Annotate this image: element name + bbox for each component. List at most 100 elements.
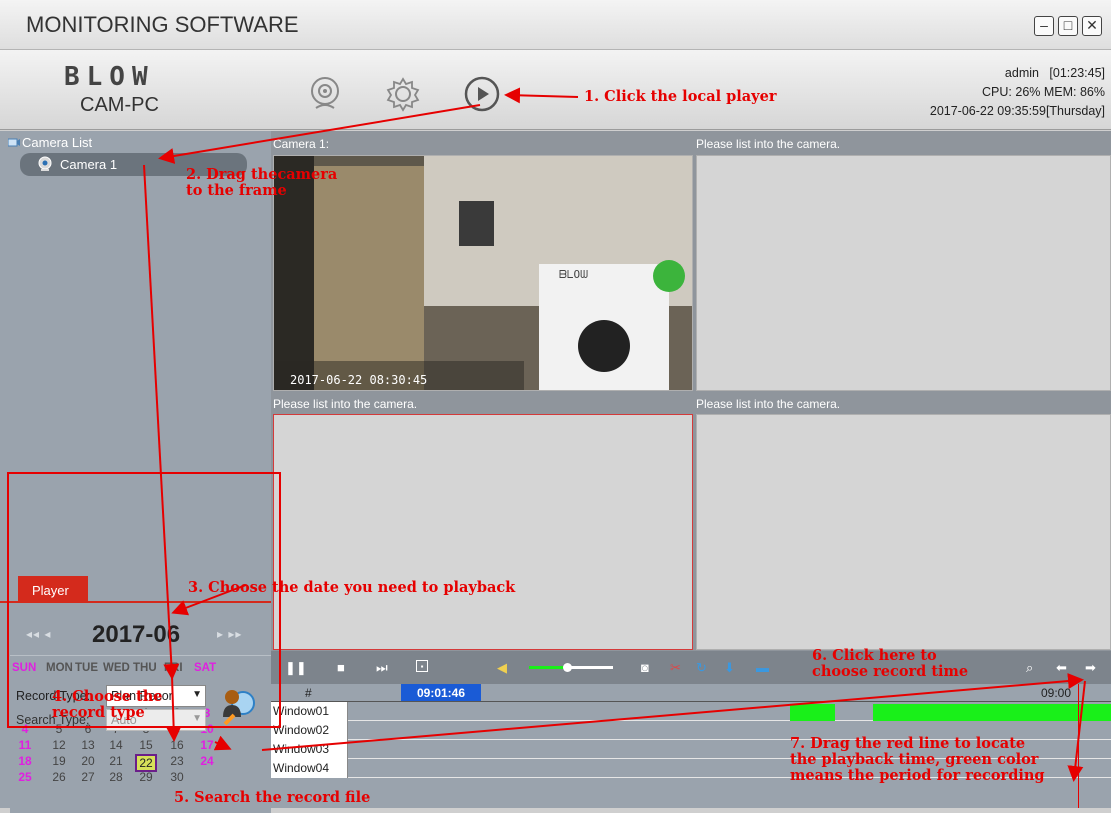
video-pane-2[interactable]: [696, 155, 1111, 391]
annotation-4: 4. Choose the record type: [52, 688, 163, 721]
elapsed-time: [01:23:45]: [1049, 66, 1105, 80]
calendar-day[interactable]: 11: [14, 738, 36, 752]
pane3-label: Please list into the camera.: [273, 397, 418, 411]
calendar-day[interactable]: 16: [166, 738, 188, 752]
play-icon[interactable]: [463, 75, 501, 113]
calendar-day[interactable]: 24: [196, 754, 218, 768]
prev-month-button[interactable]: ◂◂ ◂: [26, 627, 51, 641]
calendar-day[interactable]: 30: [166, 770, 188, 784]
annotation-7: 7. Drag the red line to locate the playb…: [790, 735, 1045, 784]
app-header: BLOW CAM-PC admin [01:23:45] CPU: 26% ME…: [0, 50, 1111, 130]
stop-icon[interactable]: ■: [337, 660, 345, 675]
video-pane-3[interactable]: [273, 414, 693, 650]
calendar-day[interactable]: 18: [14, 754, 36, 768]
volume-icon[interactable]: ◀: [497, 660, 507, 676]
annotation-1: 1. Click the local player: [584, 88, 777, 105]
calendar-month: 2017-06: [92, 621, 181, 648]
weekday-header: THU: [133, 662, 157, 674]
brand-logo: BLOW: [64, 62, 155, 92]
weekday-header: WED: [103, 662, 130, 674]
weekday-header: TUE: [75, 662, 98, 674]
title-bar: MONITORING SOFTWARE – □ ✕: [0, 0, 1111, 50]
maximize-button[interactable]: □: [1058, 16, 1078, 36]
pane2-label: Please list into the camera.: [696, 137, 841, 151]
next-frame-icon[interactable]: ⏭: [376, 660, 388, 676]
window-label-1: Window01: [271, 702, 348, 721]
annotation-6: 6. Click here to choose record time: [812, 647, 969, 680]
calendar-day[interactable]: 20: [77, 754, 99, 768]
calendar-day[interactable]: 21: [105, 754, 127, 768]
video-pane-4[interactable]: [696, 414, 1111, 650]
recording-segment[interactable]: [873, 704, 1111, 721]
calendar-day[interactable]: 15: [135, 738, 157, 752]
weekday-header: MON: [46, 662, 73, 674]
fullscreen-icon[interactable]: ▪: [416, 660, 428, 672]
chevron-down-icon: ▼: [192, 689, 202, 700]
camera-list-icon: [8, 138, 20, 147]
playback-toolbar: ❚❚ ■ ⏭ ▪ ◀ ◙ ✂ ↻ ⬇ ▬ ⌕ ⬅ ➡: [271, 651, 1111, 684]
timeline-row-1[interactable]: Window01: [271, 702, 1111, 721]
settings-icon[interactable]: [384, 75, 422, 113]
app-title: MONITORING SOFTWARE: [26, 12, 299, 37]
volume-slider[interactable]: [529, 663, 613, 672]
calendar-day[interactable]: 19: [48, 754, 70, 768]
user-name: admin: [1004, 66, 1039, 80]
window-label-4: Window04: [271, 759, 348, 778]
refresh-icon[interactable]: ↻: [696, 660, 707, 676]
calendar-day[interactable]: 28: [105, 770, 127, 784]
folder-icon[interactable]: ▬: [756, 660, 769, 675]
timeline-hash: #: [305, 686, 312, 700]
pause-icon[interactable]: ❚❚: [285, 660, 307, 676]
window-label-3: Window03: [271, 740, 348, 759]
svg-text:ᗷᒪOᗯ: ᗷᒪOᗯ: [559, 268, 588, 281]
window-label-2: Window02: [271, 721, 348, 740]
zoom-icon[interactable]: ⌕: [1026, 660, 1033, 676]
weekday-header: SUN: [12, 662, 37, 674]
calendar-day[interactable]: 26: [48, 770, 70, 784]
calendar-day[interactable]: 29: [135, 770, 157, 784]
camera-list-root[interactable]: Camera List: [22, 135, 92, 150]
calendar-day[interactable]: 25: [14, 770, 36, 784]
brand-subtitle: CAM-PC: [80, 94, 159, 116]
close-button[interactable]: ✕: [1082, 16, 1102, 36]
end-tick-label: 09:00: [1041, 686, 1072, 700]
next-month-button[interactable]: ▸ ▸▸: [217, 627, 242, 641]
playback-cursor-line[interactable]: [1078, 684, 1079, 808]
current-time-badge: 09:01:46: [401, 684, 481, 701]
calendar-day[interactable]: 12: [48, 738, 70, 752]
calendar-day[interactable]: 27: [77, 770, 99, 784]
time-back-icon[interactable]: ⬅: [1056, 660, 1067, 676]
calendar-grid: SUNMONTUEWEDTHUFRISAT1234567891011121314…: [10, 655, 271, 807]
chevron-down-icon: ▼: [192, 713, 202, 724]
clip-icon[interactable]: ✂: [670, 660, 681, 676]
annotation-5: 5. Search the record file: [174, 789, 371, 806]
annotation-3: 3. Choose the date you need to playback: [188, 579, 516, 596]
webcam-icon: [38, 156, 52, 171]
calendar-day[interactable]: 17: [196, 738, 218, 752]
download-icon[interactable]: ⬇: [724, 660, 735, 676]
timeline-header: # 09:01:46 09:00: [271, 684, 1111, 702]
time-forward-icon[interactable]: ➡: [1085, 660, 1096, 676]
calendar-day[interactable]: 23: [166, 754, 188, 768]
calendar-day[interactable]: 14: [105, 738, 127, 752]
system-info: admin [01:23:45] CPU: 26% MEM: 86% 2017-…: [930, 64, 1105, 121]
recording-segment[interactable]: [790, 704, 835, 721]
weekday-header: FRI: [164, 662, 183, 674]
pane1-timestamp: 2017-06-22 08:30:45: [290, 373, 427, 387]
snapshot-icon[interactable]: ◙: [641, 660, 649, 675]
cpu-mem: CPU: 26% MEM: 86%: [982, 85, 1105, 99]
volume-slider-handle[interactable]: [563, 663, 572, 672]
annotation-2: 2. Drag thecamera to the frame: [186, 166, 338, 199]
current-datetime: 2017-06-22 09:35:59[Thursday]: [929, 104, 1105, 118]
tab-player[interactable]: Player: [18, 576, 88, 602]
weekday-header: SAT: [194, 662, 217, 674]
minimize-button[interactable]: –: [1034, 16, 1054, 36]
tab-underline: [0, 601, 271, 603]
calendar-day[interactable]: 13: [77, 738, 99, 752]
video-grid: Camera 1: ᗷᒪOᗯ 2017-06-22 08:30:45 Pleas…: [271, 131, 1111, 651]
search-record-icon[interactable]: [217, 685, 259, 727]
camera-item-label: Camera 1: [60, 157, 118, 172]
camera-icon[interactable]: [306, 75, 344, 113]
pane4-label: Please list into the camera.: [696, 397, 841, 411]
pane1-label: Camera 1:: [273, 137, 330, 151]
